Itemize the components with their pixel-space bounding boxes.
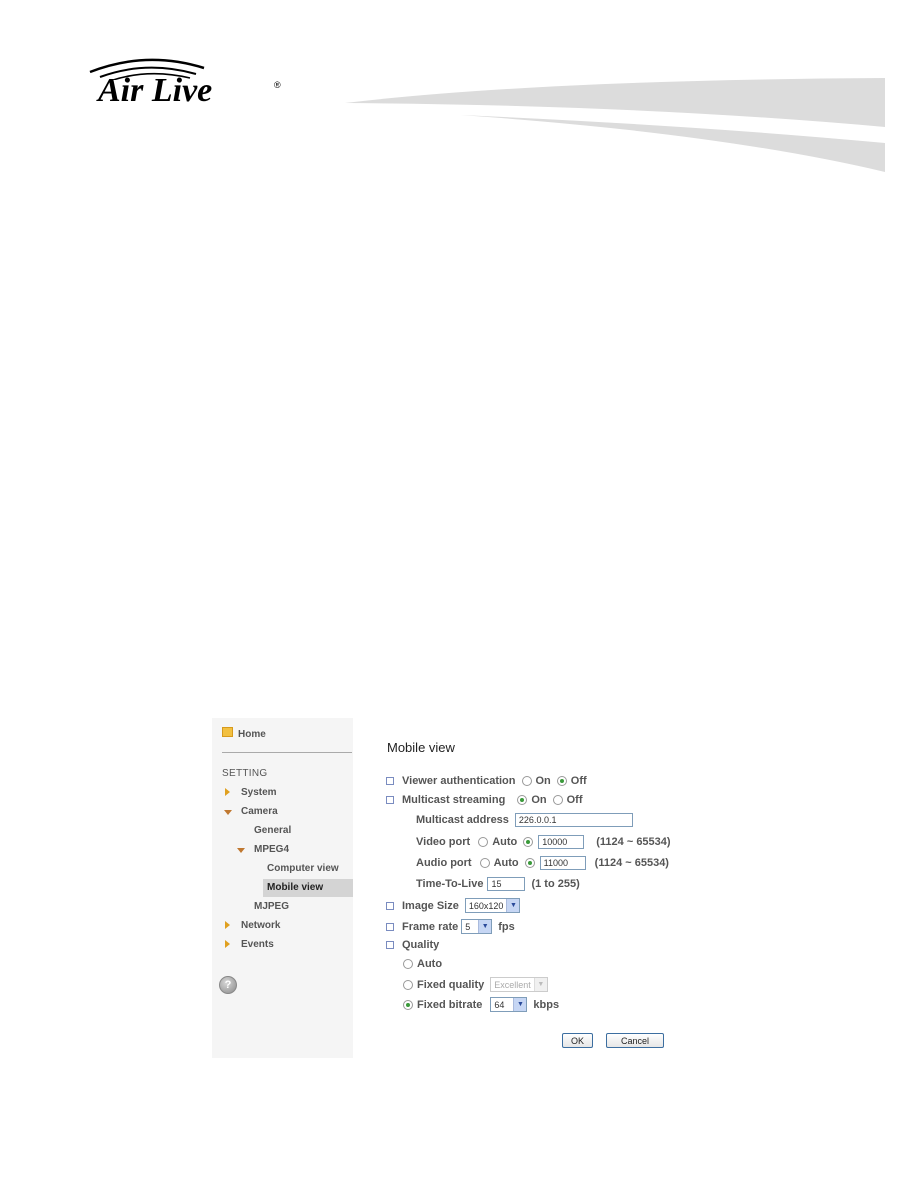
nav-item-general[interactable]: General [254, 825, 291, 836]
multicast-off-radio[interactable] [552, 795, 563, 805]
fixed-quality-select[interactable]: Excellent ▼ [490, 977, 548, 992]
nav-divider [222, 752, 352, 753]
audio-port-input[interactable] [539, 856, 586, 870]
audio-port-label: Audio port [416, 857, 472, 869]
multicast-on-label: On [531, 794, 547, 806]
multicast-address-label: Multicast address [416, 814, 509, 826]
viewer-authentication-label: Viewer authentication [402, 775, 516, 787]
multicast-address-input[interactable] [514, 813, 633, 827]
multicast-address-row: Multicast address [416, 813, 633, 827]
ttl-input[interactable] [487, 877, 526, 891]
chevron-down-icon[interactable] [237, 848, 245, 853]
fixed-quality-radio[interactable] [403, 979, 413, 990]
chevron-down-icon: ▼ [533, 978, 547, 991]
audio-port-row: Audio port Auto (1124 ~ 65534) [416, 856, 669, 870]
nav-home-label: Home [238, 729, 266, 740]
viewer-auth-on-radio[interactable] [521, 776, 532, 786]
audio-port-manual-radio[interactable] [524, 858, 535, 868]
video-port-label: Video port [416, 836, 471, 848]
fixed-quality-value: Excellent [494, 979, 531, 990]
ttl-row: Time-To-Live (1 to 255) [416, 877, 580, 891]
multicast-streaming-row: Multicast streaming On Off [386, 794, 582, 806]
ttl-range: (1 to 255) [531, 878, 580, 890]
bullet-icon [386, 777, 394, 785]
image-size-row: Image Size 160x120 ▼ [386, 898, 521, 913]
fixed-quality-label: Fixed quality [417, 978, 485, 991]
frame-rate-value: 5 [465, 921, 471, 932]
bullet-icon [386, 796, 394, 804]
home-icon [222, 726, 233, 737]
multicast-streaming-label: Multicast streaming [402, 794, 506, 806]
bullet-icon [386, 941, 394, 949]
quality-row: Quality [386, 939, 439, 951]
viewer-auth-off-radio[interactable] [556, 776, 567, 786]
nav-item-camera[interactable]: Camera [241, 806, 278, 817]
frame-rate-row: Frame rate 5 ▼ fps [386, 919, 515, 934]
viewer-auth-off-label: Off [570, 775, 587, 787]
nav-item-network[interactable]: Network [241, 920, 280, 931]
image-size-select[interactable]: 160x120 ▼ [464, 898, 521, 913]
fixed-bitrate-value: 64 [494, 999, 505, 1010]
quality-auto-radio[interactable] [403, 959, 413, 969]
airlive-logo: Air Live ® [86, 50, 286, 110]
video-port-manual-radio[interactable] [523, 837, 534, 847]
fixed-bitrate-radio[interactable] [403, 999, 413, 1010]
quality-auto-label: Auto [417, 958, 443, 970]
image-size-value: 160x120 [468, 900, 504, 911]
multicast-on-radio[interactable] [517, 795, 528, 805]
bullet-icon [386, 901, 394, 910]
fixed-bitrate-select[interactable]: 64 ▼ [490, 997, 528, 1012]
viewer-authentication-row: Viewer authentication On Off [386, 775, 587, 787]
fixed-bitrate-unit: kbps [533, 998, 560, 1011]
multicast-off-label: Off [566, 794, 583, 806]
frame-rate-label: Frame rate [402, 920, 459, 933]
chevron-down-icon: ▼ [513, 998, 527, 1011]
nav-item-mjpeg[interactable]: MJPEG [254, 901, 289, 912]
ok-button[interactable]: OK [562, 1033, 593, 1048]
viewer-auth-on-label: On [535, 775, 551, 787]
video-port-row: Video port Auto (1124 ~ 65534) [416, 835, 671, 849]
registered-mark: ® [274, 80, 281, 90]
chevron-right-icon[interactable] [225, 921, 230, 929]
settings-sidebar: Home SETTING System Camera General MPEG4… [212, 718, 353, 1058]
bullet-icon [386, 922, 394, 931]
quality-auto-row: Auto [397, 958, 442, 970]
nav-item-mobile-view[interactable]: Mobile view [267, 882, 323, 893]
logo-text: Air Live [98, 72, 213, 109]
audio-port-auto-radio[interactable] [479, 858, 490, 868]
video-port-auto-label: Auto [492, 836, 518, 848]
page-title: Mobile view [387, 740, 455, 755]
chevron-down-icon[interactable] [224, 810, 232, 815]
nav-section-heading: SETTING [222, 768, 268, 779]
fixed-bitrate-row: Fixed bitrate 64 ▼ kbps [397, 997, 559, 1012]
audio-port-auto-label: Auto [493, 857, 519, 869]
image-size-label: Image Size [402, 899, 459, 912]
frame-rate-select[interactable]: 5 ▼ [461, 919, 493, 934]
chevron-right-icon[interactable] [225, 788, 230, 796]
cancel-button[interactable]: Cancel [606, 1033, 664, 1048]
nav-item-mpeg4[interactable]: MPEG4 [254, 844, 289, 855]
frame-rate-unit: fps [498, 920, 515, 933]
nav-home[interactable]: Home [222, 726, 266, 740]
video-port-auto-radio[interactable] [478, 837, 489, 847]
ttl-label: Time-To-Live [416, 878, 484, 890]
header-swoosh-decoration [345, 78, 885, 172]
chevron-down-icon: ▼ [506, 899, 520, 912]
help-icon[interactable]: ? [219, 976, 237, 994]
nav-item-events[interactable]: Events [241, 939, 274, 950]
quality-label: Quality [402, 939, 440, 951]
audio-port-range: (1124 ~ 65534) [594, 857, 669, 869]
nav-item-system[interactable]: System [241, 787, 277, 798]
chevron-down-icon: ▼ [478, 920, 492, 933]
nav-item-computer-view[interactable]: Computer view [267, 863, 339, 874]
fixed-quality-row: Fixed quality Excellent ▼ [397, 977, 548, 992]
chevron-right-icon[interactable] [225, 940, 230, 948]
video-port-range: (1124 ~ 65534) [596, 836, 671, 848]
video-port-input[interactable] [538, 835, 585, 849]
fixed-bitrate-label: Fixed bitrate [417, 998, 483, 1011]
